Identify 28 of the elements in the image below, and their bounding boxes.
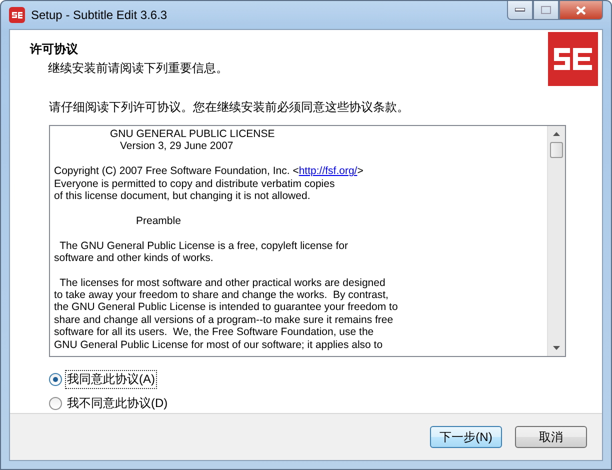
license-paragraph: Preamble bbox=[135, 214, 182, 228]
license-paragraph: Copyright (C) 2007 Free Software Foundation, Inc. <http://fsf.org/> Everyone is permitted to copy and distribute verbatim copies of this license document, but changing it is not allowed. bbox=[54, 165, 364, 202]
app-logo-icon bbox=[9, 7, 25, 23]
close-icon bbox=[576, 6, 586, 14]
license-link[interactable]: http://fsf.org/ bbox=[298, 165, 358, 178]
minimize-button[interactable] bbox=[507, 1, 533, 20]
radio-option[interactable]: 我不同意此协议(D) bbox=[49, 394, 170, 413]
radio-button[interactable] bbox=[49, 373, 62, 386]
scroll-down-icon bbox=[553, 346, 560, 350]
license-paragraph: GNU GENERAL PUBLIC LICENSE Version 3, 29 June 2007 bbox=[109, 128, 276, 153]
license-paragraph: The licenses for most software and other practical works are designed to take away your freedom to share and change the works. By contrast, the GNU General Public License is intended to guarantee your freedom to share and change all versions of a program--to make sure it remains free software for all its users. We, the Free Software Foundation, use the GNU General Public License for most of our software; it applies also to bbox=[54, 276, 399, 352]
instruction-text: 请仔细阅读下列许可协议。您在继续安装前必须同意这些协议条款。 bbox=[49, 99, 410, 116]
close-button[interactable] bbox=[559, 1, 603, 20]
dialog-button[interactable]: 下一步(N) bbox=[430, 426, 502, 448]
scrollbar[interactable] bbox=[547, 126, 565, 356]
license-text-area[interactable] bbox=[49, 125, 566, 357]
maximize-icon bbox=[541, 6, 551, 14]
page-subtitle: 继续安装前请阅读下列重要信息。 bbox=[48, 60, 229, 77]
radio-button[interactable] bbox=[49, 397, 62, 410]
app-logo-icon bbox=[548, 32, 598, 86]
minimize-icon bbox=[515, 8, 525, 12]
dialog-button[interactable]: 取消 bbox=[515, 426, 587, 448]
maximize-button[interactable] bbox=[533, 1, 559, 20]
scrollbar-thumb[interactable] bbox=[550, 142, 563, 158]
window-title: Setup - Subtitle Edit 3.6.3 bbox=[31, 8, 168, 22]
license-paragraph: The GNU General Public License is a free, copyleft license for software and other kinds of works. bbox=[54, 240, 349, 264]
scroll-up-icon bbox=[553, 132, 560, 136]
page-title: 许可协议 bbox=[30, 41, 79, 58]
